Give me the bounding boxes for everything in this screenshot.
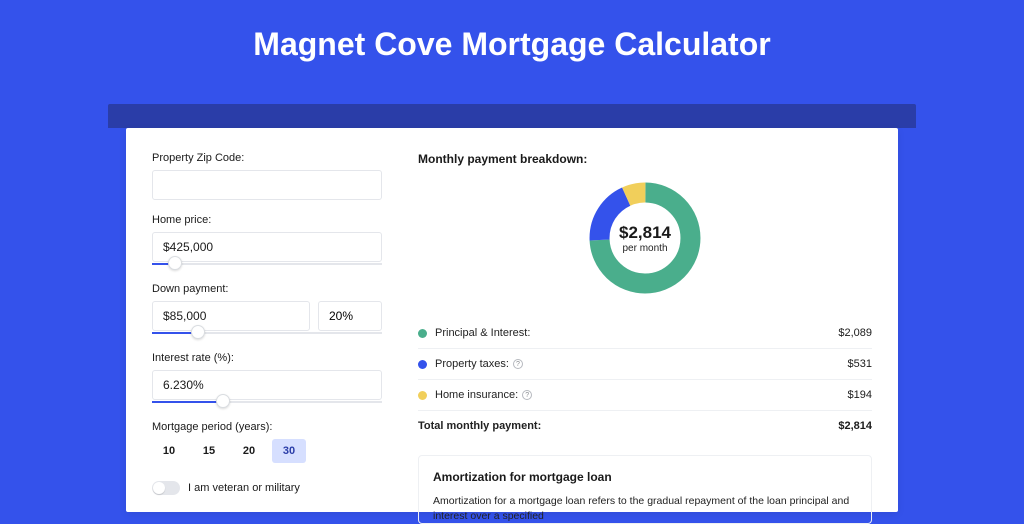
slider-thumb[interactable] — [168, 256, 182, 270]
period-30[interactable]: 30 — [272, 439, 306, 463]
down-payment-label: Down payment: — [152, 283, 382, 295]
down-payment-slider[interactable] — [152, 330, 382, 338]
period-15[interactable]: 15 — [192, 439, 226, 463]
dot-icon — [418, 360, 427, 369]
interest-input[interactable] — [152, 370, 382, 400]
form-panel: Property Zip Code: Home price: Down paym… — [126, 128, 408, 512]
slider-track — [152, 263, 382, 265]
legend-label: Home insurance: ? — [435, 389, 848, 401]
legend-taxes: Property taxes: ? $531 — [418, 349, 872, 380]
calculator-card: Property Zip Code: Home price: Down paym… — [126, 128, 898, 512]
zip-group: Property Zip Code: — [152, 152, 382, 200]
period-10[interactable]: 10 — [152, 439, 186, 463]
donut-chart-wrap: $2,814 per month — [418, 178, 872, 298]
amortization-text: Amortization for a mortgage loan refers … — [433, 494, 857, 523]
legend-value: $2,089 — [838, 327, 872, 339]
toggle-knob — [153, 482, 165, 494]
donut-chart: $2,814 per month — [585, 178, 705, 298]
page-title: Magnet Cove Mortgage Calculator — [0, 0, 1024, 81]
down-payment-input[interactable] — [152, 301, 310, 331]
legend-text: Property taxes: — [435, 358, 509, 370]
legend-principal: Principal & Interest: $2,089 — [418, 318, 872, 349]
donut-center: $2,814 per month — [585, 178, 705, 298]
info-icon[interactable]: ? — [522, 390, 532, 400]
breakdown-title: Monthly payment breakdown: — [418, 152, 872, 166]
amortization-card: Amortization for mortgage loan Amortizat… — [418, 455, 872, 524]
interest-slider[interactable] — [152, 399, 382, 407]
zip-label: Property Zip Code: — [152, 152, 382, 164]
slider-fill — [152, 401, 223, 403]
down-payment-group: Down payment: — [152, 283, 382, 338]
period-options: 10 15 20 30 — [152, 439, 382, 463]
veteran-row: I am veteran or military — [152, 481, 382, 495]
period-20[interactable]: 20 — [232, 439, 266, 463]
card-backdrop — [108, 104, 916, 128]
total-label: Total monthly payment: — [418, 420, 838, 432]
home-price-slider[interactable] — [152, 261, 382, 269]
legend-value: $194 — [848, 389, 872, 401]
donut-sub: per month — [622, 243, 667, 254]
dot-icon — [418, 391, 427, 400]
slider-thumb[interactable] — [191, 325, 205, 339]
legend-label: Property taxes: ? — [435, 358, 848, 370]
donut-amount: $2,814 — [619, 223, 671, 243]
total-value: $2,814 — [838, 420, 872, 432]
legend-text: Principal & Interest: — [435, 327, 530, 339]
home-price-group: Home price: — [152, 214, 382, 269]
period-label: Mortgage period (years): — [152, 421, 382, 433]
slider-thumb[interactable] — [216, 394, 230, 408]
veteran-label: I am veteran or military — [188, 482, 300, 494]
info-icon[interactable]: ? — [513, 359, 523, 369]
legend-insurance: Home insurance: ? $194 — [418, 380, 872, 411]
amortization-title: Amortization for mortgage loan — [433, 470, 857, 484]
period-group: Mortgage period (years): 10 15 20 30 — [152, 421, 382, 463]
home-price-label: Home price: — [152, 214, 382, 226]
legend-label: Principal & Interest: — [435, 327, 838, 339]
down-payment-pct-input[interactable] — [318, 301, 382, 331]
legend-text: Home insurance: — [435, 389, 518, 401]
legend-total: Total monthly payment: $2,814 — [418, 411, 872, 441]
veteran-toggle[interactable] — [152, 481, 180, 495]
dot-icon — [418, 329, 427, 338]
legend-value: $531 — [848, 358, 872, 370]
home-price-input[interactable] — [152, 232, 382, 262]
zip-input[interactable] — [152, 170, 382, 200]
breakdown-panel: Monthly payment breakdown: $2,814 per mo… — [408, 128, 898, 512]
interest-label: Interest rate (%): — [152, 352, 382, 364]
interest-group: Interest rate (%): — [152, 352, 382, 407]
